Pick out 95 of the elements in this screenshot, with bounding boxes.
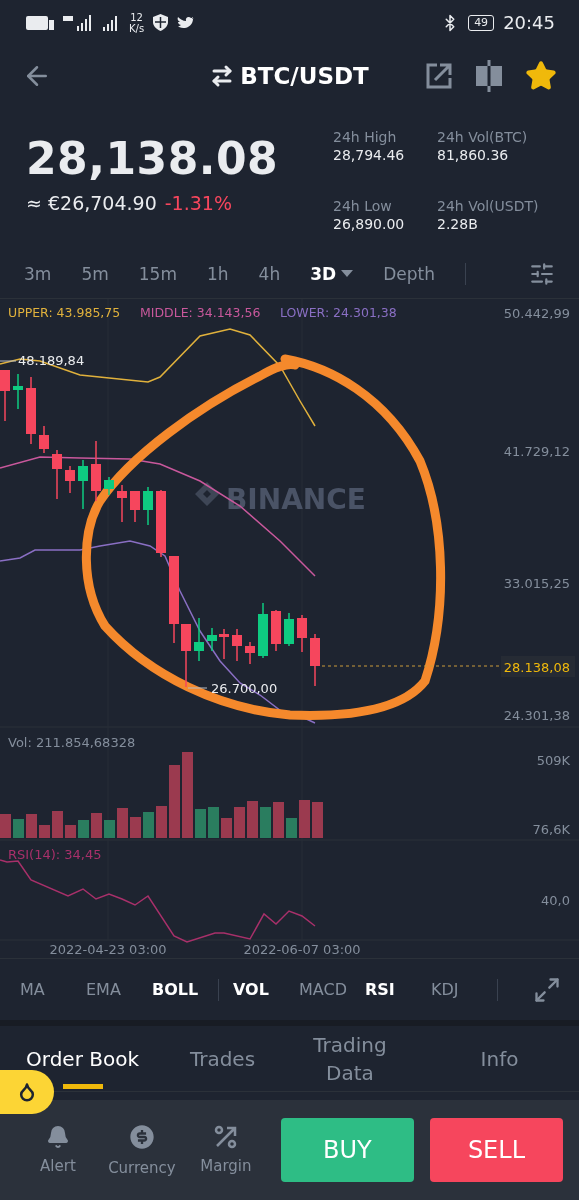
candlestick <box>207 627 217 652</box>
interval-tab[interactable]: 3D <box>310 260 354 288</box>
stat-value: 28,794.46 <box>333 147 406 163</box>
share-button[interactable] <box>425 62 453 90</box>
stat-label: 24h High <box>333 129 398 145</box>
fullscreen-button[interactable] <box>533 975 561 1004</box>
candlestick <box>143 486 153 526</box>
interval-tab[interactable]: 15m <box>138 260 177 288</box>
stat-value: 2.28B <box>437 215 479 232</box>
stat-value: 81,860.36 <box>437 147 510 163</box>
candlestick <box>181 623 191 688</box>
sell-button[interactable]: SELL <box>429 1118 563 1182</box>
candlestick <box>232 628 242 662</box>
toolbar-action[interactable]: Currency <box>99 1123 184 1177</box>
candlestick <box>117 484 127 523</box>
indicator-toggle[interactable]: MA <box>20 976 86 1003</box>
candlestick <box>297 614 307 653</box>
interval-tab[interactable]: 3m <box>24 260 52 288</box>
stat-label: 24h Vol(BTC) <box>437 129 529 145</box>
candlestick <box>104 476 114 496</box>
indicator-toggle[interactable]: BOLL <box>152 976 218 1003</box>
interval-tab[interactable]: 1h <box>207 260 229 288</box>
leader-line <box>0 360 17 362</box>
indicator-legend: UPPER: 43.985,75 <box>8 305 121 320</box>
percent-icon <box>213 1125 238 1149</box>
candlestick <box>52 449 62 500</box>
bird-icon <box>177 15 195 30</box>
candlestick <box>0 369 10 422</box>
stat-label: 24h Low <box>333 197 393 214</box>
signal-icon <box>102 13 120 32</box>
toolbar-action[interactable]: Alert <box>16 1125 100 1175</box>
candlestick <box>258 602 268 659</box>
candlestick <box>156 489 166 558</box>
volume-axis-label: 76,6K <box>532 822 570 837</box>
candlestick <box>91 440 101 502</box>
price-axis-label: 41.729,12 <box>503 444 570 459</box>
leader-line <box>187 687 208 689</box>
indicator-legend: MIDDLE: 34.143,56 <box>140 305 261 320</box>
indicator-toggle[interactable]: RSI <box>365 976 431 1003</box>
last-price: 28,138.08 <box>26 133 280 184</box>
candlestick <box>271 609 281 652</box>
price-axis-label: 24.301,38 <box>503 708 570 723</box>
rsi-label: RSI(14): 34,45 <box>8 847 102 862</box>
rsi-axis-label: 40,0 <box>541 893 570 908</box>
toolbar-action[interactable]: Margin <box>183 1125 268 1175</box>
high-price-marker: 48.189,84 <box>18 353 85 368</box>
indicator-toggle[interactable]: EMA <box>86 976 152 1003</box>
indicator-toggle[interactable]: VOL <box>233 976 299 1003</box>
interval-tab[interactable]: 4h <box>258 260 281 288</box>
favorite-button[interactable] <box>525 60 557 92</box>
watermark-logo-icon <box>195 482 219 506</box>
candlestick <box>26 376 36 445</box>
price-axis-label: 33.015,25 <box>503 576 570 591</box>
clock: 20:45 <box>503 12 555 33</box>
section-tab[interactable]: Trading Data <box>280 1026 420 1091</box>
candlestick <box>245 641 255 665</box>
settings-button[interactable] <box>529 261 555 287</box>
buy-button[interactable]: BUY <box>280 1118 414 1182</box>
bell-icon <box>45 1125 70 1149</box>
section-tab[interactable]: Order Book <box>0 1026 165 1091</box>
date-axis-label: 2022-04-23 03:00 <box>49 942 167 957</box>
candlestick <box>78 459 88 510</box>
candlestick <box>194 617 204 662</box>
candlestick <box>65 465 75 494</box>
indicator-toggle[interactable]: KDJ <box>431 976 497 1003</box>
volume-label: Vol: 211.854,68328 <box>8 735 136 750</box>
stat-value: 26,890.00 <box>333 215 406 232</box>
pair-title: BTC/USDT <box>240 63 369 89</box>
signal-icon <box>63 13 93 32</box>
indicator-toggle[interactable]: MACD <box>299 976 365 1003</box>
fiat-price: ≈ €26,704.90 <box>26 192 157 214</box>
volume-axis-label: 509K <box>536 753 570 768</box>
candlestick <box>13 373 23 410</box>
candlestick <box>284 612 294 647</box>
network-speed: 12 K/s <box>129 11 145 34</box>
interval-tab[interactable]: 5m <box>81 260 109 288</box>
candlestick <box>310 633 320 687</box>
interval-tab[interactable]: Depth <box>383 260 435 288</box>
indicator-legend: LOWER: 24.301,38 <box>280 305 397 320</box>
last-price-label: 28.138,08 <box>501 656 575 677</box>
section-tab[interactable]: Info <box>420 1026 579 1091</box>
battery-indicator: 49 <box>468 14 495 31</box>
floating-badge[interactable] <box>0 1070 54 1114</box>
section-tab[interactable]: Trades <box>165 1026 280 1091</box>
dollar-icon <box>127 1123 156 1151</box>
candlestick <box>39 425 49 454</box>
candlestick <box>130 490 140 523</box>
caret-icon <box>341 270 354 278</box>
chart-type-button[interactable] <box>475 60 503 92</box>
date-axis-label: 2022-06-07 03:00 <box>243 942 361 957</box>
candlestick <box>219 628 229 660</box>
shield-icon <box>153 14 169 31</box>
price-axis-label: 50.442,99 <box>503 306 570 321</box>
price-change: -1.31% <box>164 192 232 214</box>
stat-label: 24h Vol(USDT) <box>437 197 540 214</box>
